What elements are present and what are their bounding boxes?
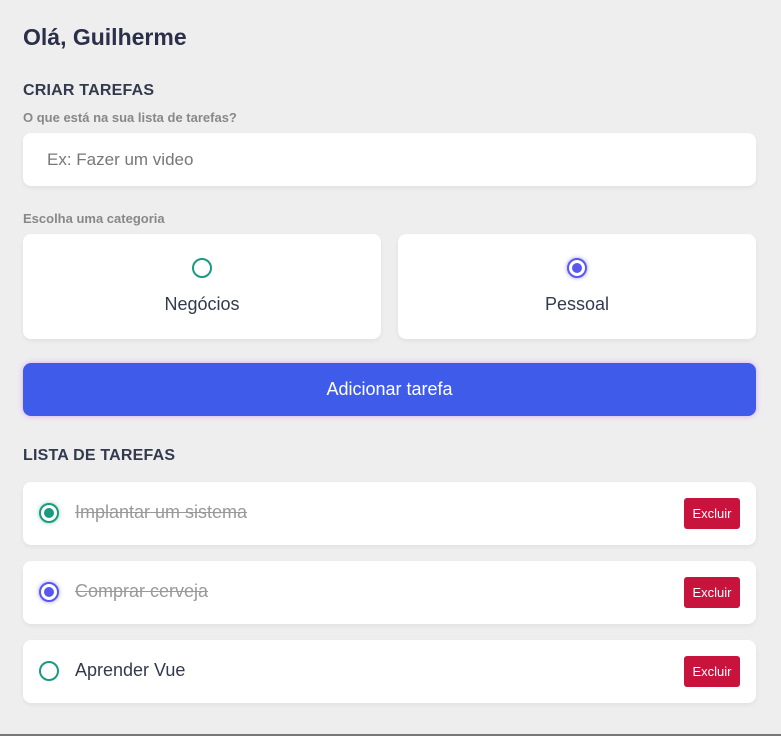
task-input[interactable] bbox=[23, 133, 756, 186]
personal-radio-icon[interactable] bbox=[567, 258, 587, 278]
task-item: Aprender Vue Excluir bbox=[23, 640, 756, 703]
task-text[interactable]: Implantar um sistema bbox=[75, 502, 247, 523]
task-list-title: LISTA DE TAREFAS bbox=[23, 447, 176, 464]
delete-task-button[interactable]: Excluir bbox=[684, 577, 740, 608]
greeting-title: Olá, Guilherme bbox=[23, 24, 187, 50]
category-option-business[interactable]: Negócios bbox=[23, 234, 381, 339]
task-done-radio-icon[interactable] bbox=[39, 503, 59, 523]
task-text[interactable]: Comprar cerveja bbox=[75, 581, 208, 602]
task-item: Implantar um sistema Excluir bbox=[23, 482, 756, 545]
category-options: Negócios Pessoal bbox=[23, 234, 756, 339]
category-option-personal[interactable]: Pessoal bbox=[398, 234, 756, 339]
category-label-personal: Pessoal bbox=[544, 294, 610, 314]
create-section-title: CRIAR TAREFAS bbox=[23, 82, 155, 99]
task-item: Comprar cerveja Excluir bbox=[23, 561, 756, 624]
delete-task-button[interactable]: Excluir bbox=[684, 498, 740, 529]
add-task-button[interactable]: Adicionar tarefa bbox=[23, 363, 756, 416]
category-label-business: Negócios bbox=[164, 294, 240, 314]
task-done-radio-icon[interactable] bbox=[39, 661, 59, 681]
task-text[interactable]: Aprender Vue bbox=[75, 660, 185, 681]
business-radio-icon[interactable] bbox=[192, 258, 212, 278]
delete-task-button[interactable]: Excluir bbox=[684, 656, 740, 687]
task-done-radio-icon[interactable] bbox=[39, 582, 59, 602]
task-question-label: O que está na sua lista de tarefas? bbox=[23, 110, 237, 125]
category-label: Escolha uma categoria bbox=[23, 211, 165, 226]
